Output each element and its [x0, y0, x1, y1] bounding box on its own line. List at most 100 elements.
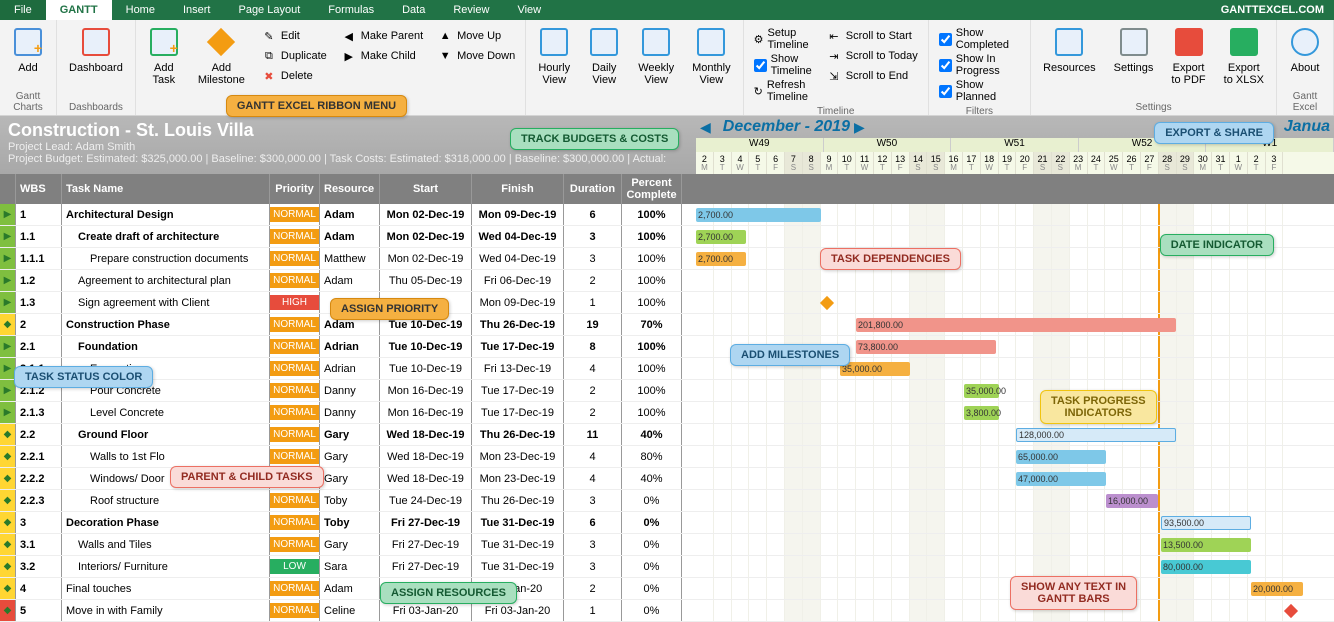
duration-cell[interactable]: 6 — [564, 204, 622, 225]
percent-cell[interactable]: 100% — [622, 248, 682, 269]
resource-cell[interactable]: Gary — [320, 424, 380, 445]
finish-cell[interactable]: Mon 23-Dec-19 — [472, 446, 564, 467]
menu-tab-review[interactable]: Review — [439, 0, 503, 20]
percent-cell[interactable]: 100% — [622, 336, 682, 357]
duration-cell[interactable]: 2 — [564, 270, 622, 291]
col-duration[interactable]: Duration — [564, 174, 622, 204]
taskname-cell[interactable]: Move in with Family — [62, 600, 270, 621]
menu-tab-formulas[interactable]: Formulas — [314, 0, 388, 20]
menu-tab-home[interactable]: Home — [112, 0, 169, 20]
resource-cell[interactable]: Toby — [320, 490, 380, 511]
priority-cell[interactable]: NORMAL — [270, 380, 320, 401]
col-priority[interactable]: Priority — [270, 174, 320, 204]
percent-cell[interactable]: 0% — [622, 534, 682, 555]
show-planned-check[interactable]: Show Planned — [933, 78, 1026, 104]
taskname-cell[interactable]: Create draft of architecture — [62, 226, 270, 247]
duration-cell[interactable]: 1 — [564, 292, 622, 313]
taskname-cell[interactable]: Agreement to architectural plan — [62, 270, 270, 291]
resource-cell[interactable]: Gary — [320, 446, 380, 467]
duration-cell[interactable]: 11 — [564, 424, 622, 445]
percent-cell[interactable]: 100% — [622, 204, 682, 225]
finish-cell[interactable]: Tue 17-Dec-19 — [472, 380, 564, 401]
finish-cell[interactable]: Mon 09-Dec-19 — [472, 292, 564, 313]
percent-cell[interactable]: 0% — [622, 556, 682, 577]
task-row[interactable]: ▶2.1.1ExcavationNORMALAdrianTue 10-Dec-1… — [0, 358, 1334, 380]
duration-cell[interactable]: 2 — [564, 380, 622, 401]
export-pdf-button[interactable]: Export to PDF — [1163, 22, 1213, 100]
task-row[interactable]: ◆3.1Walls and TilesNORMALGaryFri 27-Dec-… — [0, 534, 1334, 556]
task-row[interactable]: ▶1.3Sign agreement with ClientHIGHMon 09… — [0, 292, 1334, 314]
duration-cell[interactable]: 3 — [564, 556, 622, 577]
task-row[interactable]: ◆3Decoration PhaseNORMALTobyFri 27-Dec-1… — [0, 512, 1334, 534]
priority-cell[interactable]: NORMAL — [270, 402, 320, 423]
start-cell[interactable]: Mon 02-Dec-19 — [380, 204, 472, 225]
resources-button[interactable]: Resources — [1035, 22, 1104, 100]
duration-cell[interactable]: 4 — [564, 358, 622, 379]
resource-cell[interactable]: Celine — [320, 600, 380, 621]
task-row[interactable]: ▶1.1Create draft of architectureNORMALAd… — [0, 226, 1334, 248]
start-cell[interactable]: Thu 05-Dec-19 — [380, 270, 472, 291]
taskname-cell[interactable]: Interiors/ Furniture — [62, 556, 270, 577]
percent-cell[interactable]: 70% — [622, 314, 682, 335]
finish-cell[interactable]: Wed 04-Dec-19 — [472, 226, 564, 247]
menu-tab-insert[interactable]: Insert — [169, 0, 225, 20]
col-start[interactable]: Start — [380, 174, 472, 204]
percent-cell[interactable]: 100% — [622, 358, 682, 379]
add-chart-button[interactable]: Add — [4, 22, 52, 89]
col-taskname[interactable]: Task Name — [62, 174, 270, 204]
priority-cell[interactable]: HIGH — [270, 292, 320, 313]
scroll-end-button[interactable]: ⇲Scroll to End — [820, 66, 924, 86]
resource-cell[interactable]: Toby — [320, 512, 380, 533]
task-row[interactable]: ▶2.1FoundationNORMALAdrianTue 10-Dec-19T… — [0, 336, 1334, 358]
duration-cell[interactable]: 3 — [564, 490, 622, 511]
taskname-cell[interactable]: Prepare construction documents — [62, 248, 270, 269]
resource-cell[interactable]: Adam — [320, 270, 380, 291]
priority-cell[interactable]: NORMAL — [270, 226, 320, 247]
setup-timeline-button[interactable]: ⚙Setup Timeline — [748, 26, 818, 52]
col-resource[interactable]: Resource — [320, 174, 380, 204]
priority-cell[interactable]: LOW — [270, 556, 320, 577]
priority-cell[interactable]: NORMAL — [270, 204, 320, 225]
priority-cell[interactable]: NORMAL — [270, 446, 320, 467]
menu-tab-gantt[interactable]: GANTT — [46, 0, 112, 20]
taskname-cell[interactable]: Architectural Design — [62, 204, 270, 225]
resource-cell[interactable]: Danny — [320, 402, 380, 423]
start-cell[interactable]: Wed 18-Dec-19 — [380, 468, 472, 489]
taskname-cell[interactable]: Decoration Phase — [62, 512, 270, 533]
show-timeline-check[interactable]: Show Timeline — [748, 52, 818, 78]
duration-cell[interactable]: 6 — [564, 512, 622, 533]
start-cell[interactable]: Fri 27-Dec-19 — [380, 534, 472, 555]
col-percent[interactable]: Percent Complete — [622, 174, 682, 204]
make-child-button[interactable]: ▶Make Child — [335, 46, 429, 66]
show-inprogress-check[interactable]: Show In Progress — [933, 52, 1026, 78]
start-cell[interactable]: Mon 02-Dec-19 — [380, 226, 472, 247]
task-row[interactable]: ▶1.1.1Prepare construction documentsNORM… — [0, 248, 1334, 270]
percent-cell[interactable]: 0% — [622, 490, 682, 511]
priority-cell[interactable]: NORMAL — [270, 248, 320, 269]
priority-cell[interactable]: NORMAL — [270, 424, 320, 445]
move-down-button[interactable]: ▼Move Down — [431, 46, 521, 66]
start-cell[interactable]: Mon 16-Dec-19 — [380, 380, 472, 401]
menu-tab-file[interactable]: File — [0, 0, 46, 20]
finish-cell[interactable]: Fri 06-Dec-19 — [472, 270, 564, 291]
task-row[interactable]: ◆2Construction PhaseNORMALAdamTue 10-Dec… — [0, 314, 1334, 336]
percent-cell[interactable]: 0% — [622, 512, 682, 533]
finish-cell[interactable]: Fri 13-Dec-19 — [472, 358, 564, 379]
percent-cell[interactable]: 100% — [622, 402, 682, 423]
scroll-start-button[interactable]: ⇤Scroll to Start — [820, 26, 924, 46]
task-row[interactable]: ▶1Architectural DesignNORMALAdamMon 02-D… — [0, 204, 1334, 226]
duration-cell[interactable]: 3 — [564, 248, 622, 269]
export-xlsx-button[interactable]: Export to XLSX — [1216, 22, 1272, 100]
duration-cell[interactable]: 8 — [564, 336, 622, 357]
percent-cell[interactable]: 80% — [622, 446, 682, 467]
taskname-cell[interactable]: Ground Floor — [62, 424, 270, 445]
taskname-cell[interactable]: Final touches — [62, 578, 270, 599]
priority-cell[interactable]: NORMAL — [270, 600, 320, 621]
task-row[interactable]: ◆2.2.1Walls to 1st FloNORMALGaryWed 18-D… — [0, 446, 1334, 468]
finish-cell[interactable]: Thu 26-Dec-19 — [472, 490, 564, 511]
duration-cell[interactable]: 2 — [564, 402, 622, 423]
percent-cell[interactable]: 100% — [622, 226, 682, 247]
menu-tab-data[interactable]: Data — [388, 0, 439, 20]
finish-cell[interactable]: Tue 17-Dec-19 — [472, 402, 564, 423]
duration-cell[interactable]: 4 — [564, 446, 622, 467]
